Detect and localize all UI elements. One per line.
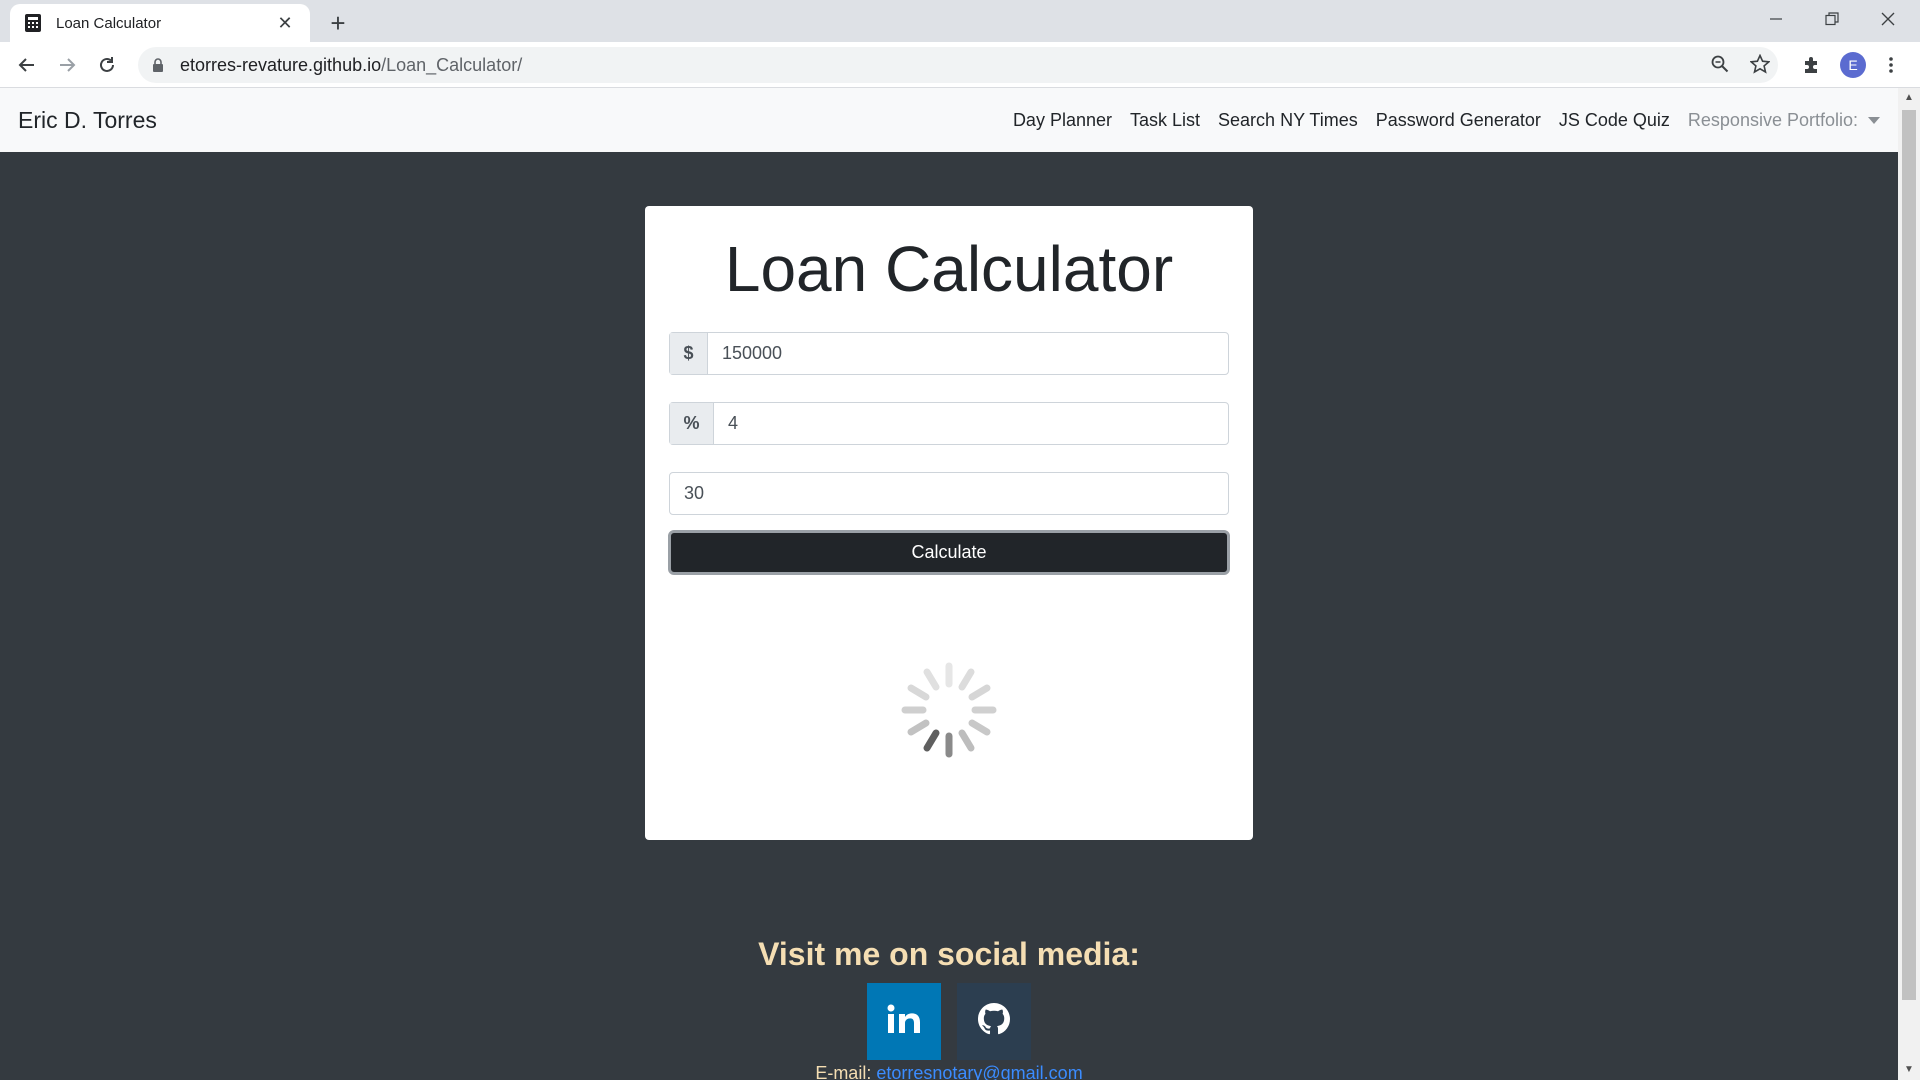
interest-rate-input[interactable] xyxy=(714,403,1228,444)
browser-menu-icon[interactable] xyxy=(1876,50,1906,80)
percent-addon: % xyxy=(670,403,714,444)
nav-link-password-generator[interactable]: Password Generator xyxy=(1376,110,1541,131)
email-label: E-mail: xyxy=(815,1063,872,1080)
responsive-portfolio-dropdown[interactable]: Responsive Portfolio: xyxy=(1688,110,1880,131)
scroll-down-icon[interactable]: ▼ xyxy=(1903,1064,1915,1076)
zoom-icon[interactable] xyxy=(1706,50,1734,78)
page-title: Loan Calculator xyxy=(724,233,1174,305)
nav-links: Day Planner Task List Search NY Times Pa… xyxy=(995,110,1880,131)
profile-initial: E xyxy=(1840,52,1866,78)
loading-spinner-icon xyxy=(901,662,997,758)
loan-calculator-card: Loan Calculator $ % Calculate xyxy=(645,206,1253,840)
email-line: E-mail: etorresnotary@gmail.com xyxy=(0,1063,1898,1080)
interest-rate-group: % xyxy=(669,402,1229,445)
caret-down-icon xyxy=(1868,117,1880,125)
bookmark-star-icon[interactable] xyxy=(1746,50,1774,78)
browser-tab[interactable]: Loan Calculator ✕ xyxy=(10,4,310,42)
github-button[interactable] xyxy=(957,983,1031,1060)
nav-link-day-planner[interactable]: Day Planner xyxy=(1013,110,1112,131)
loan-years-input[interactable] xyxy=(670,473,1228,514)
email-link[interactable]: etorresnotary@gmail.com xyxy=(876,1063,1082,1080)
url-host: etorres-revature.github.io xyxy=(180,54,382,75)
close-window-icon[interactable] xyxy=(1860,0,1916,38)
calculator-icon xyxy=(24,14,42,32)
linkedin-icon xyxy=(887,1004,921,1039)
page-scrollbar[interactable]: ▲ ▼ xyxy=(1898,88,1920,1080)
dollar-addon: $ xyxy=(670,333,708,374)
site-navbar: Eric D. Torres Day Planner Task List Sea… xyxy=(0,88,1898,152)
navbar-brand[interactable]: Eric D. Torres xyxy=(18,107,157,134)
new-tab-icon[interactable]: + xyxy=(324,8,352,38)
extensions-icon[interactable] xyxy=(1796,50,1826,80)
browser-tabstrip: Loan Calculator ✕ + xyxy=(0,0,1920,42)
url-path: /Loan_Calculator/ xyxy=(381,54,523,75)
nav-link-search-ny-times[interactable]: Search NY Times xyxy=(1218,110,1358,131)
restore-icon[interactable] xyxy=(1804,0,1860,38)
page-viewport: Eric D. Torres Day Planner Task List Sea… xyxy=(0,88,1898,1080)
close-tab-icon[interactable]: ✕ xyxy=(274,12,296,34)
back-icon[interactable] xyxy=(12,50,42,80)
social-heading: Visit me on social media: xyxy=(758,936,1140,972)
browser-toolbar: etorres-revature.github.io /Loan_Calcula… xyxy=(0,42,1920,88)
calculate-button[interactable]: Calculate xyxy=(668,530,1230,575)
profile-avatar[interactable]: E xyxy=(1838,50,1868,80)
nav-link-js-code-quiz[interactable]: JS Code Quiz xyxy=(1559,110,1670,131)
reload-icon[interactable] xyxy=(92,50,122,80)
loan-amount-group: $ xyxy=(669,332,1229,375)
minimize-icon[interactable] xyxy=(1748,0,1804,38)
forward-icon[interactable] xyxy=(52,50,82,80)
scroll-thumb[interactable] xyxy=(1902,110,1916,1000)
scroll-up-icon[interactable]: ▲ xyxy=(1903,92,1915,104)
loan-amount-input[interactable] xyxy=(708,333,1228,374)
loan-years-group xyxy=(669,472,1229,515)
dropdown-label: Responsive Portfolio: xyxy=(1687,109,1858,130)
address-bar[interactable]: etorres-revature.github.io /Loan_Calcula… xyxy=(138,47,1778,83)
linkedin-button[interactable] xyxy=(867,983,941,1060)
nav-link-task-list[interactable]: Task List xyxy=(1130,110,1200,131)
tab-title: Loan Calculator xyxy=(56,14,162,32)
lock-icon xyxy=(152,58,166,72)
github-icon xyxy=(978,1003,1010,1040)
